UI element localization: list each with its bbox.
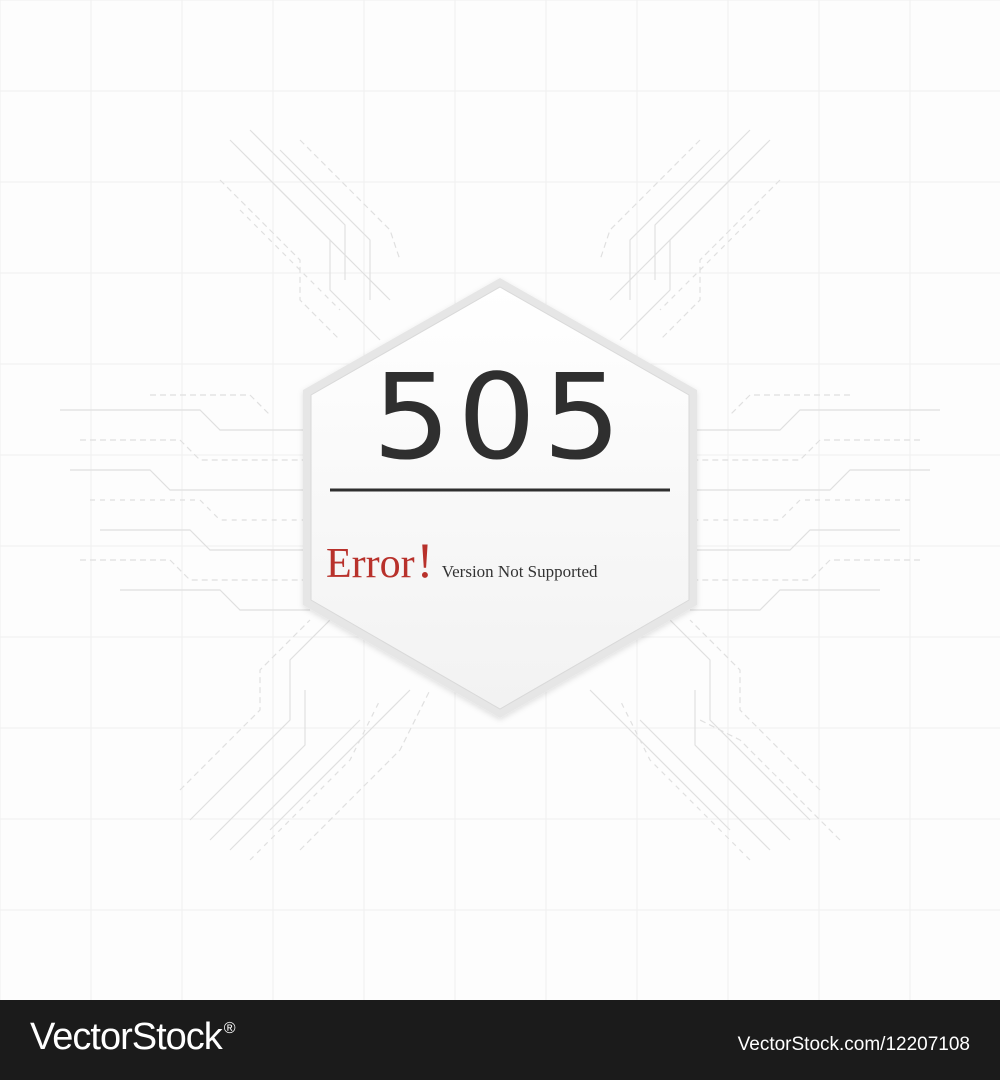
trademark-symbol: ® bbox=[223, 1020, 236, 1037]
brand-logo: VectorStock ® bbox=[30, 1016, 236, 1059]
illustration-canvas: 505 Error! Version Not Supported bbox=[0, 0, 1000, 1000]
stock-id: VectorStock.com/12207108 bbox=[737, 1034, 970, 1055]
error-description: Version Not Supported bbox=[441, 562, 598, 581]
error-exclamation: ! bbox=[416, 532, 434, 588]
hexagon-badge bbox=[303, 278, 697, 718]
error-message-line: Error! Version Not Supported bbox=[326, 531, 686, 589]
error-code: 505 bbox=[372, 348, 628, 486]
error-label: Error bbox=[326, 541, 415, 587]
watermark-footer: VectorStock ® VectorStock.com/12207108 bbox=[0, 1000, 1000, 1080]
brand-name: VectorStock bbox=[30, 1016, 223, 1058]
